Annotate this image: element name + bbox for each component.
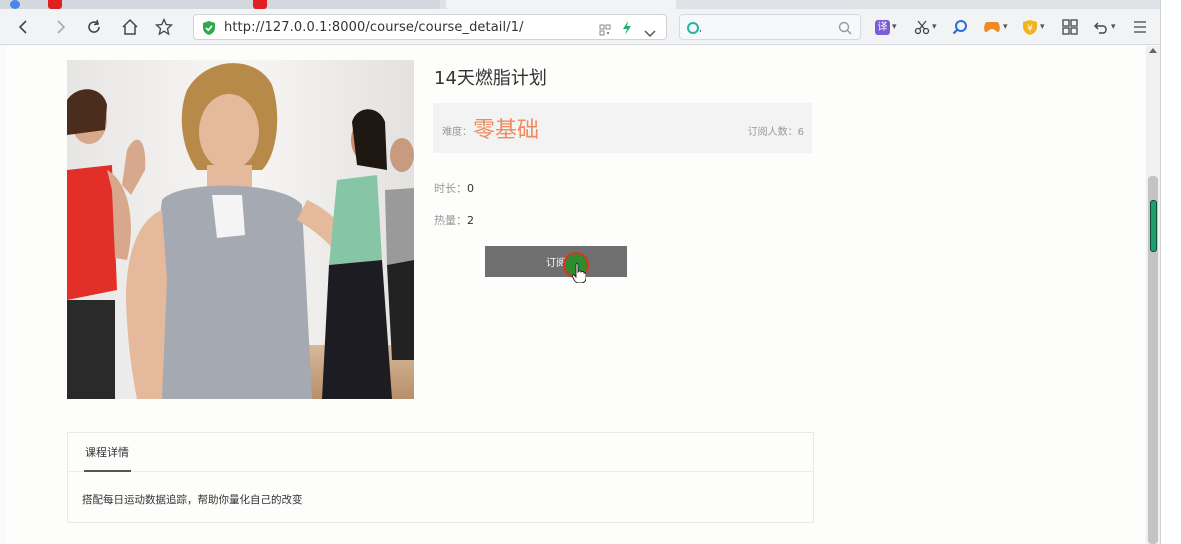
forward-icon[interactable]	[48, 15, 72, 39]
course-cover-image	[67, 60, 414, 399]
reload-icon[interactable]	[82, 15, 106, 39]
bookmark-star-icon[interactable]	[152, 15, 176, 39]
search-icon[interactable]	[838, 20, 852, 39]
search-engine-icon[interactable]	[687, 20, 707, 39]
magnifier-ext-icon[interactable]	[952, 16, 968, 38]
course-description: 搭配每日运动数据追踪，帮助你量化自己的改变	[82, 494, 303, 506]
subscribe-button[interactable]: 订阅	[485, 246, 627, 277]
menu-icon[interactable]	[1133, 16, 1147, 38]
lightning-icon[interactable]	[622, 20, 632, 39]
duration-row: 时长：0	[434, 180, 474, 196]
calories-label: 热量：	[434, 214, 467, 227]
browser-toolbar: http://127.0.0.1:8000/course/course_deta…	[0, 9, 1160, 45]
svg-text:¥: ¥	[1027, 24, 1033, 34]
page-viewport: 14天燃脂计划 难度： 零基础 订阅人数：6 时长：0 热量：2 订阅 课程详情…	[0, 46, 1160, 544]
undo-icon[interactable]: ▾	[1093, 16, 1116, 38]
shield-yen-icon[interactable]: ¥ ▾	[1022, 16, 1045, 38]
difficulty-label: 难度：	[442, 127, 472, 138]
qr-code-icon[interactable]	[599, 21, 611, 40]
detail-tab-bar: 课程详情	[68, 433, 813, 472]
tab-favicon-icon	[48, 0, 62, 9]
course-title: 14天燃脂计划	[434, 68, 547, 89]
page-content: 14天燃脂计划 难度： 零基础 订阅人数：6 时长：0 热量：2 订阅 课程详情…	[5, 46, 1145, 544]
chevron-down-icon[interactable]	[644, 23, 656, 42]
browser-tab[interactable]	[0, 0, 440, 9]
tab-favicon-icon	[253, 0, 267, 9]
url-text: http://127.0.0.1:8000/course/course_deta…	[224, 20, 524, 35]
browser-tab-strip	[0, 0, 1181, 9]
grid-apps-icon[interactable]	[1062, 16, 1078, 38]
browser-tab-active[interactable]	[446, 0, 676, 9]
calories-value: 2	[467, 214, 474, 227]
browser-logo-icon	[10, 0, 20, 9]
translate-icon[interactable]: 译 ▾	[875, 16, 897, 38]
back-icon[interactable]	[12, 15, 36, 39]
duration-label: 时长：	[434, 182, 467, 195]
window-edge	[1160, 0, 1181, 544]
hand-cursor-icon	[571, 263, 587, 287]
subscriber-count: 订阅人数：6	[747, 127, 804, 138]
page-scrollbar[interactable]	[1146, 46, 1160, 544]
difficulty-value: 零基础	[473, 118, 540, 143]
address-bar[interactable]: http://127.0.0.1:8000/course/course_deta…	[193, 14, 667, 40]
scissors-icon[interactable]: ▾	[914, 16, 937, 38]
secure-shield-icon	[202, 20, 216, 40]
course-detail-card: 课程详情 搭配每日运动数据追踪，帮助你量化自己的改变	[67, 432, 814, 523]
difficulty-panel: 难度： 零基础 订阅人数：6	[433, 103, 812, 153]
scroll-indicator	[1150, 200, 1157, 252]
home-icon[interactable]	[118, 15, 142, 39]
gamepad-icon[interactable]: ▾	[983, 16, 1008, 38]
tab-course-detail[interactable]: 课程详情	[85, 444, 129, 460]
calories-row: 热量：2	[434, 212, 474, 228]
scroll-up-arrow-icon[interactable]	[1149, 48, 1157, 53]
duration-value: 0	[467, 182, 474, 195]
search-box[interactable]	[679, 14, 861, 40]
active-tab-underline	[84, 470, 131, 472]
